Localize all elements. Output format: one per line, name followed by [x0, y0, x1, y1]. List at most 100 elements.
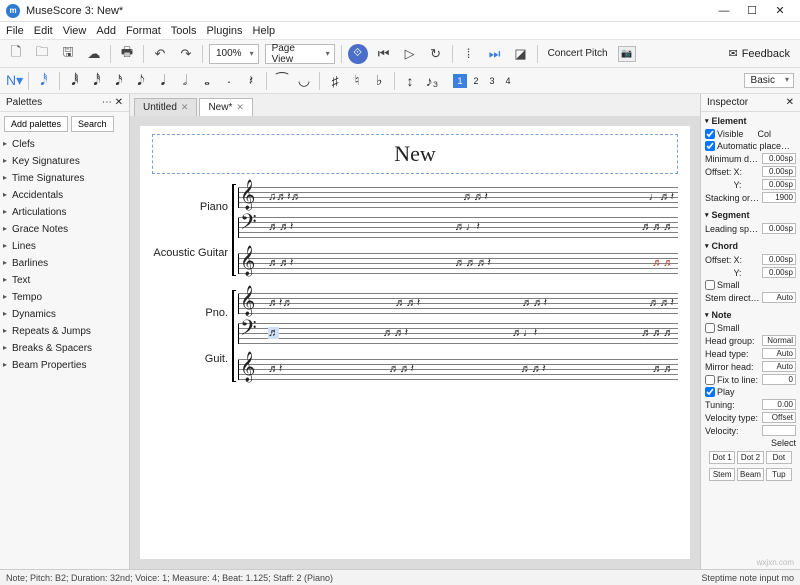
voice-4[interactable]: 4: [501, 74, 515, 88]
musescore-connect-icon[interactable]: ⟐: [348, 44, 368, 64]
feedback-button[interactable]: ✉ Feedback: [728, 47, 794, 60]
palette-tempo[interactable]: Tempo: [0, 289, 129, 306]
metronome-icon[interactable]: ◪: [511, 44, 531, 64]
offset-y-input[interactable]: 0.00sp: [762, 179, 796, 190]
menu-tools[interactable]: Tools: [171, 25, 197, 37]
chord-offset-x-input[interactable]: 0.00sp: [762, 254, 796, 265]
tab-untitled[interactable]: Untitled✕: [134, 98, 197, 116]
beam-button[interactable]: Beam: [737, 468, 763, 481]
close-button[interactable]: ✕: [766, 4, 794, 17]
head-group-select[interactable]: Normal: [762, 335, 796, 346]
rewind-icon[interactable]: ⏮: [374, 44, 394, 64]
stacking-order-input[interactable]: 1900: [762, 192, 796, 203]
view-mode-select[interactable]: Page View: [265, 44, 335, 64]
palette-repeats-jumps[interactable]: Repeats & Jumps: [0, 323, 129, 340]
redo-icon[interactable]: ↷: [176, 44, 196, 64]
palette-beam-properties[interactable]: Beam Properties: [0, 357, 129, 374]
rest-icon[interactable]: 𝄽: [244, 72, 258, 89]
section-segment[interactable]: Segment: [705, 208, 796, 222]
play-checkbox[interactable]: [705, 387, 715, 397]
staff-pno-treble[interactable]: 𝄞♬𝄽♬♬♬𝄽♬♬𝄽♬♬𝄽: [238, 290, 678, 316]
head-type-select[interactable]: Auto: [762, 348, 796, 359]
menu-view[interactable]: View: [63, 25, 87, 37]
title-frame[interactable]: New: [152, 134, 678, 174]
menu-add[interactable]: Add: [96, 25, 116, 37]
note-16th-icon[interactable]: 𝅘𝅥𝅯: [112, 72, 126, 89]
visible-checkbox[interactable]: [705, 129, 715, 139]
note-quarter-icon[interactable]: 𝅘𝅥: [156, 72, 170, 89]
palette-key-signatures[interactable]: Key Signatures: [0, 153, 129, 170]
voice-3[interactable]: 3: [485, 74, 499, 88]
natural-icon[interactable]: ♮: [350, 72, 364, 89]
note-small-checkbox[interactable]: [705, 323, 715, 333]
dot2-button[interactable]: Dot 2: [737, 451, 763, 464]
concert-pitch-button[interactable]: Concert Pitch: [544, 48, 612, 59]
note-half-icon[interactable]: 𝅗𝅥: [178, 72, 192, 89]
note-whole-icon[interactable]: 𝅝: [200, 72, 214, 89]
dot-icon[interactable]: ·: [222, 73, 236, 89]
tie-icon[interactable]: ⁀: [275, 72, 289, 89]
stem-button[interactable]: Stem: [709, 468, 735, 481]
tuplet-icon[interactable]: ♪₃: [425, 73, 439, 89]
dot1-button[interactable]: Dot 1: [709, 451, 735, 464]
workspace-select[interactable]: Basic: [744, 73, 794, 88]
search-palettes-button[interactable]: Search: [71, 116, 114, 132]
play-icon[interactable]: ▷: [400, 44, 420, 64]
print-icon[interactable]: 🖶: [117, 44, 137, 64]
sharp-icon[interactable]: ♯: [328, 73, 342, 89]
tab-new[interactable]: New*✕: [199, 98, 252, 116]
staff-guit[interactable]: 𝄞♬𝄽♬♬𝄽♬♬𝄽♬♬: [238, 356, 678, 382]
add-palettes-button[interactable]: Add palettes: [4, 116, 68, 132]
palette-text[interactable]: Text: [0, 272, 129, 289]
section-note[interactable]: Note: [705, 308, 796, 322]
chord-offset-y-input[interactable]: 0.00sp: [762, 267, 796, 278]
note-duration-selected-icon[interactable]: 𝅘𝅥𝅰: [37, 72, 51, 89]
menu-format[interactable]: Format: [126, 25, 161, 37]
palette-time-signatures[interactable]: Time Signatures: [0, 170, 129, 187]
menu-plugins[interactable]: Plugins: [206, 25, 242, 37]
flat-icon[interactable]: ♭: [372, 72, 386, 89]
palette-lines[interactable]: Lines: [0, 238, 129, 255]
section-element[interactable]: Element: [705, 114, 796, 128]
palette-articulations[interactable]: Articulations: [0, 204, 129, 221]
palettes-close-icon[interactable]: ⋯ ✕: [102, 97, 123, 108]
menu-edit[interactable]: Edit: [34, 25, 53, 37]
fix-line-input[interactable]: 0: [762, 374, 796, 385]
loop-icon[interactable]: ↻: [426, 44, 446, 64]
palette-grace-notes[interactable]: Grace Notes: [0, 221, 129, 238]
cloud-icon[interactable]: ☁: [84, 44, 104, 64]
save-icon[interactable]: 🖫: [58, 44, 78, 64]
tuplet-button[interactable]: Tup: [766, 468, 792, 481]
note-32nd-icon[interactable]: 𝅘𝅥𝅰: [90, 72, 104, 89]
tuning-input[interactable]: 0.00: [762, 399, 796, 410]
dot3-button[interactable]: Dot: [766, 451, 792, 464]
palette-dynamics[interactable]: Dynamics: [0, 306, 129, 323]
slur-icon[interactable]: ◡: [297, 72, 311, 89]
pan-icon[interactable]: ⏭: [485, 44, 505, 64]
palette-breaks-spacers[interactable]: Breaks & Spacers: [0, 340, 129, 357]
menu-file[interactable]: File: [6, 25, 24, 37]
leading-space-input[interactable]: 0.00sp: [762, 223, 796, 234]
staff-piano-treble[interactable]: 𝄞♫♬𝄽♬♬♬𝄽♩♬𝄽: [238, 184, 678, 210]
staff-pno-bass[interactable]: 𝄢♬♬♬𝄽♬♩𝄽♬♬♬: [238, 320, 678, 346]
close-icon[interactable]: ✕: [236, 102, 244, 113]
flip-icon[interactable]: ↕: [403, 73, 417, 89]
play-repeats-icon[interactable]: ⁞: [459, 44, 479, 64]
section-chord[interactable]: Chord: [705, 239, 796, 253]
minimize-button[interactable]: —: [710, 5, 738, 17]
velocity-input[interactable]: [762, 425, 796, 436]
offset-x-input[interactable]: 0.00sp: [762, 166, 796, 177]
palette-clefs[interactable]: Clefs: [0, 136, 129, 153]
new-file-icon[interactable]: 🗋: [6, 44, 26, 64]
undo-icon[interactable]: ↶: [150, 44, 170, 64]
image-capture-icon[interactable]: 📷: [618, 46, 636, 62]
palette-barlines[interactable]: Barlines: [0, 255, 129, 272]
fix-to-line-checkbox[interactable]: [705, 375, 715, 385]
menu-help[interactable]: Help: [253, 25, 276, 37]
score-page[interactable]: New Piano Acoustic Guitar 𝄞♫♬𝄽♬♬♬𝄽♩♬𝄽 𝄢♬…: [140, 126, 690, 559]
staff-piano-bass[interactable]: 𝄢♬♬𝄽♬♩𝄽♬♬♬: [238, 214, 678, 240]
open-file-icon[interactable]: 🗀: [32, 44, 52, 64]
score-viewport[interactable]: New Piano Acoustic Guitar 𝄞♫♬𝄽♬♬♬𝄽♩♬𝄽 𝄢♬…: [130, 116, 700, 569]
zoom-select[interactable]: 100%: [209, 44, 259, 64]
score-title[interactable]: New: [153, 141, 677, 167]
